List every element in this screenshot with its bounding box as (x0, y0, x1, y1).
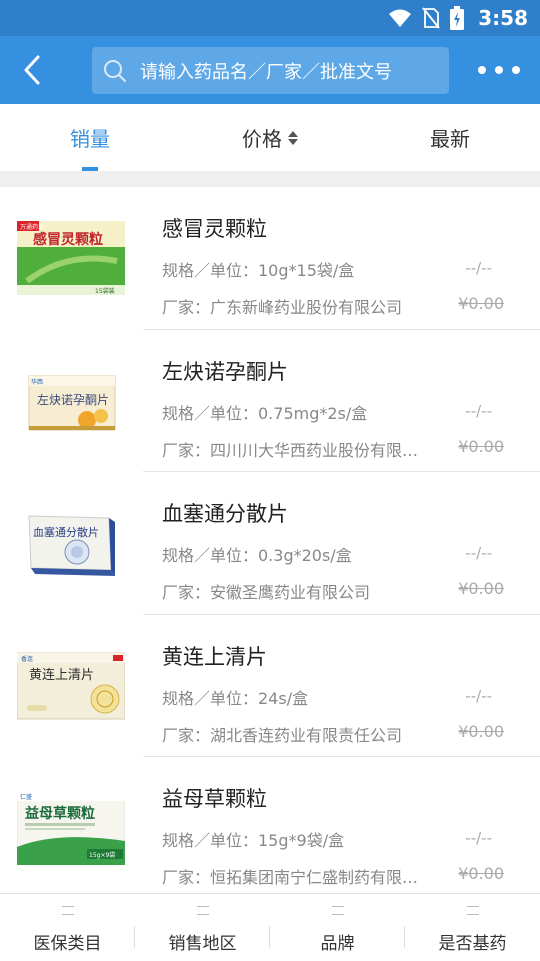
more-button[interactable] (478, 58, 520, 82)
chevron-left-icon (24, 55, 40, 85)
status-icons: 3:58 (388, 6, 528, 30)
tab-label: 价格 (242, 127, 282, 151)
product-spec: 规格／单位：15g*9袋/盒 (162, 831, 345, 850)
product-name: 血塞通分散片 (162, 502, 288, 526)
product-name: 左炔诺孕酮片 (162, 359, 288, 384)
back-button[interactable] (12, 50, 52, 90)
svg-text:左炔诺孕酮片: 左炔诺孕酮片 (37, 392, 109, 407)
product-item[interactable]: 万通药业 感冒灵颗粒 15袋装 感冒灵颗粒 规格／单位：10g*15袋/盒 厂家… (0, 187, 540, 330)
product-item[interactable]: 香连 黄连上清片 黄连上清片 规格／单位：24s/盒 厂家：湖北香连药业有限责任… (0, 615, 540, 757)
filter-bar: 医保类目 销售地区 品牌 是否基药 (0, 893, 540, 961)
filter-insurance-category[interactable]: 医保类目 (0, 894, 135, 961)
product-item[interactable]: 仁盛 益母草颗粒 15g×9袋 益母草颗粒 规格／单位：15g*9袋/盒 厂家：… (0, 757, 540, 900)
product-placeholder-value: --/-- (465, 686, 492, 705)
tab-newest[interactable]: 最新 (360, 104, 540, 171)
product-spec: 规格／单位：24s/盒 (162, 688, 309, 708)
app-bar: 请输入药品名／厂家／批准文号 (0, 36, 540, 104)
product-spec: 规格／单位：0.75mg*2s/盒 (162, 403, 368, 423)
filter-icon (196, 906, 209, 915)
sort-tabs: 销量 价格 最新 (0, 104, 540, 171)
search-placeholder: 请输入药品名／厂家／批准文号 (140, 61, 392, 83)
section-gap (0, 171, 540, 187)
filter-label: 销售地区 (168, 934, 237, 954)
product-name: 感冒灵颗粒 (162, 217, 267, 241)
filter-label: 品牌 (320, 934, 355, 954)
wifi-icon (389, 9, 412, 27)
product-item[interactable]: 血塞通分散片 血塞通分散片 规格／单位：0.3g*20s/盒 厂家：安徽圣鹰药业… (0, 472, 540, 615)
svg-text:万通药业: 万通药业 (20, 223, 44, 231)
product-maker: 厂家：安徽圣鹰药业有限公司 (162, 583, 371, 602)
status-time: 3:58 (478, 6, 528, 30)
tab-label: 最新 (430, 127, 470, 151)
svg-text:香连: 香连 (21, 655, 33, 663)
filter-label: 医保类目 (33, 934, 102, 954)
product-price: ¥0.00 (458, 721, 504, 741)
filter-label: 是否基药 (438, 934, 507, 954)
product-item[interactable]: 华西 左炔诺孕酮片 左炔诺孕酮片 规格／单位：0.75mg*2s/盒 厂家：四川… (0, 330, 540, 472)
svg-text:华西: 华西 (31, 378, 43, 386)
svg-text:15袋装: 15袋装 (95, 287, 115, 295)
svg-text:黄连上清片: 黄连上清片 (29, 667, 94, 683)
battery-charging-icon (450, 6, 465, 30)
product-placeholder-value: --/-- (465, 544, 492, 562)
product-image: 血塞通分散片 (28, 515, 115, 576)
product-image: 仁盛 益母草颗粒 15g×9袋 (17, 791, 125, 865)
product-image: 华西 左炔诺孕酮片 (28, 375, 116, 430)
product-price: ¥0.00 (458, 579, 504, 598)
product-maker: 厂家：湖北香连药业有限责任公司 (162, 725, 403, 745)
product-placeholder-value: --/-- (465, 829, 492, 847)
svg-text:益母草颗粒: 益母草颗粒 (25, 805, 95, 822)
product-price: ¥0.00 (458, 436, 504, 456)
product-placeholder-value: --/-- (465, 259, 492, 277)
filter-essential-drug[interactable]: 是否基药 (405, 894, 540, 961)
filter-brand[interactable]: 品牌 (270, 894, 405, 961)
filter-sales-region[interactable]: 销售地区 (135, 894, 270, 961)
tab-sales[interactable]: 销量 (0, 104, 180, 171)
status-bar: 3:58 (0, 0, 540, 36)
svg-text:15g×9袋: 15g×9袋 (89, 851, 115, 859)
filter-icon (331, 906, 344, 915)
product-spec: 规格／单位：10g*15袋/盒 (162, 261, 355, 280)
product-image: 万通药业 感冒灵颗粒 15袋装 (17, 221, 125, 295)
product-maker: 厂家：广东新峰药业股份有限公司 (162, 298, 403, 317)
svg-text:仁盛: 仁盛 (20, 793, 32, 801)
tab-label: 销量 (70, 127, 110, 151)
filter-icon (466, 906, 479, 915)
filter-icon (61, 906, 74, 915)
product-spec: 规格／单位：0.3g*20s/盒 (162, 546, 352, 565)
tab-price[interactable]: 价格 (180, 104, 360, 171)
sort-arrows-icon (288, 130, 298, 145)
product-name: 黄连上清片 (162, 644, 267, 669)
search-icon (104, 59, 126, 82)
product-maker: 厂家：恒拓集团南宁仁盛制药有限公司 (162, 868, 432, 887)
no-sim-icon (422, 7, 441, 29)
product-price: ¥0.00 (458, 294, 504, 313)
product-image: 香连 黄连上清片 (17, 652, 125, 719)
product-maker: 厂家：四川川大华西药业股份有限公司 (162, 440, 432, 460)
svg-text:感冒灵颗粒: 感冒灵颗粒 (33, 231, 103, 248)
more-dots-icon (478, 66, 486, 74)
product-list: 万通药业 感冒灵颗粒 15袋装 感冒灵颗粒 规格／单位：10g*15袋/盒 厂家… (0, 187, 540, 900)
product-name: 益母草颗粒 (162, 787, 267, 811)
search-input[interactable]: 请输入药品名／厂家／批准文号 (92, 47, 449, 94)
svg-text:血塞通分散片: 血塞通分散片 (33, 525, 99, 539)
product-price: ¥0.00 (458, 864, 504, 883)
product-placeholder-value: --/-- (465, 401, 492, 420)
